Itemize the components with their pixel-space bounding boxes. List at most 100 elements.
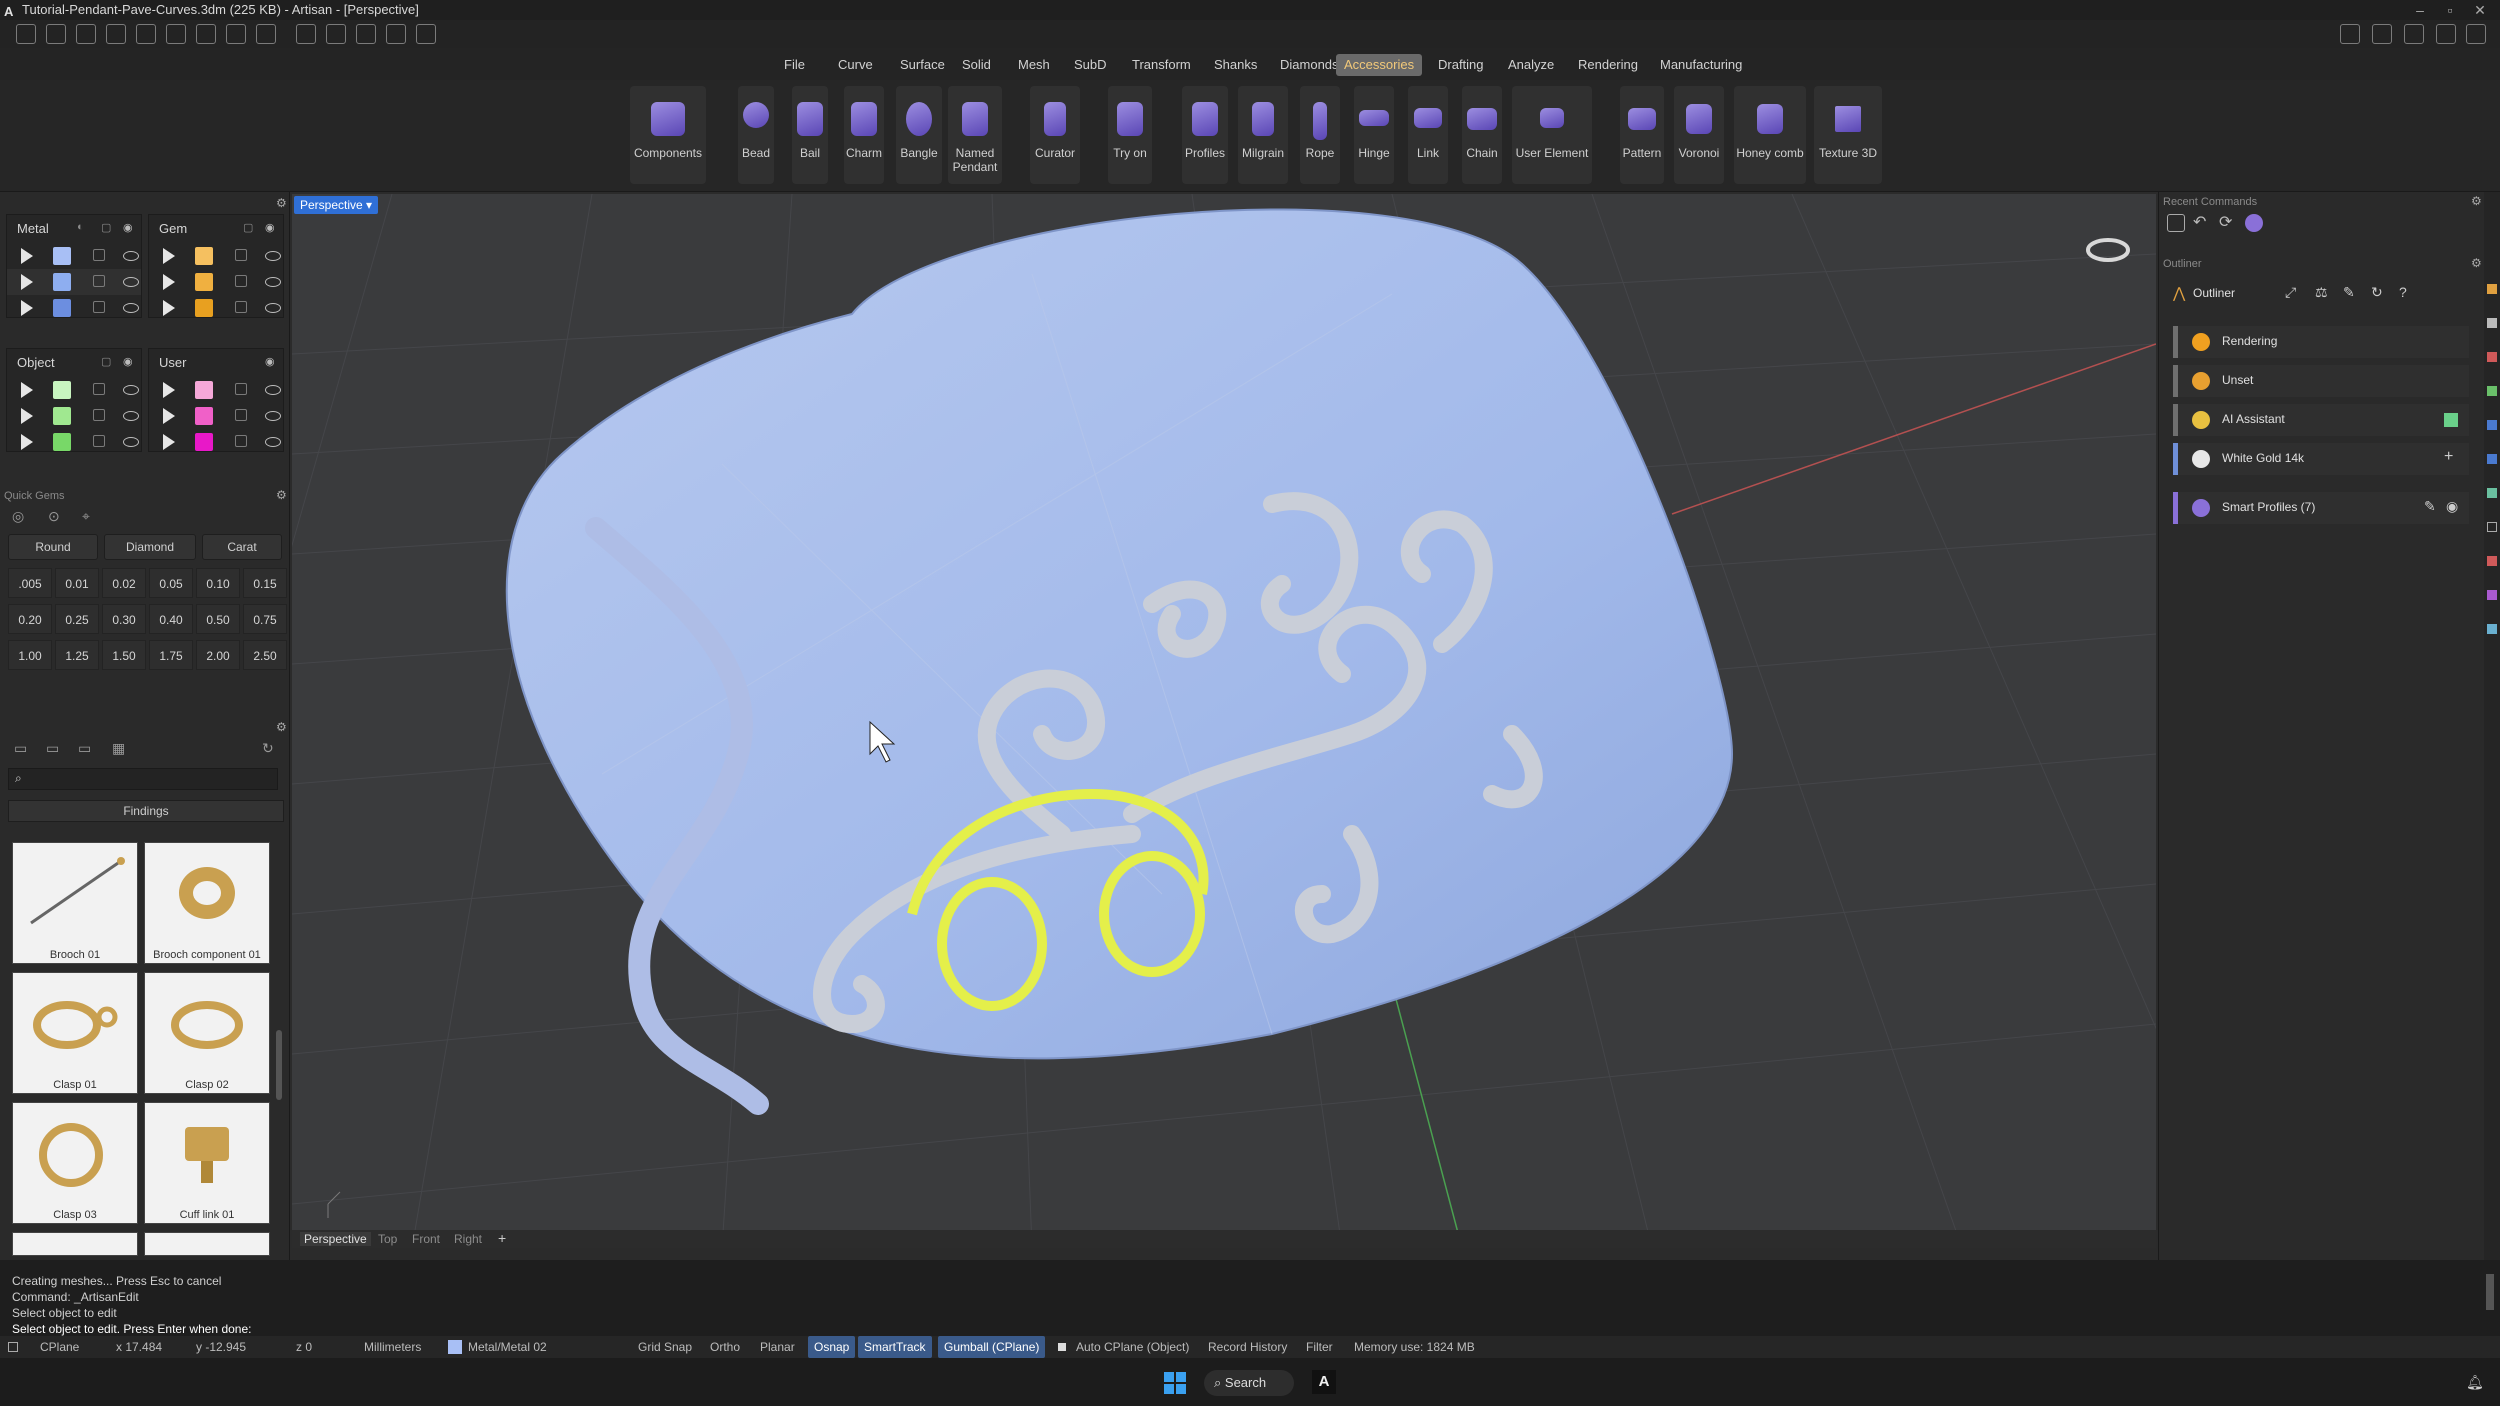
add-material-icon[interactable]: + [2444, 448, 2453, 466]
undo-command-icon[interactable]: ↶ [2193, 212, 2206, 232]
library-refresh-icon[interactable]: ↻ [262, 740, 274, 757]
status-units[interactable]: Millimeters [364, 1336, 421, 1358]
rotate-command-icon[interactable]: ⟳ [2219, 212, 2232, 232]
gem-size-cell[interactable]: 0.20 [8, 604, 52, 634]
metal-group-eye-icon[interactable]: ◉ [123, 221, 133, 234]
color-swatch[interactable] [53, 381, 71, 399]
color-swatch[interactable] [195, 381, 213, 399]
status-ortho[interactable]: Ortho [710, 1336, 740, 1358]
status-planar[interactable]: Planar [760, 1336, 795, 1358]
try-on-button[interactable]: Try on [1108, 86, 1152, 184]
menu-solid[interactable]: Solid [954, 54, 999, 76]
object-group-eye-icon[interactable]: ◉ [123, 355, 133, 368]
strip-tool-11-icon[interactable] [2487, 624, 2497, 634]
lock-icon[interactable] [235, 409, 247, 421]
fit-command-icon[interactable] [2167, 214, 2185, 232]
object-group-lock-icon[interactable]: ▢ [101, 355, 111, 368]
lock-icon[interactable] [235, 249, 247, 261]
voronoi-button[interactable]: Voronoi [1674, 86, 1724, 184]
gem-size-cell[interactable]: 2.50 [243, 640, 287, 670]
gem-size-cell[interactable]: 0.50 [196, 604, 240, 634]
tab-right[interactable]: Right [454, 1232, 482, 1246]
library-item-next-2[interactable] [144, 1232, 270, 1256]
library-grid-icon[interactable]: ▦ [112, 740, 125, 757]
bail-button[interactable]: Bail [792, 86, 828, 184]
profiles-command-icon[interactable] [2245, 214, 2263, 232]
metal-layer-row-3[interactable] [7, 295, 141, 321]
current-layer-swatch[interactable] [448, 1340, 462, 1354]
charm-button[interactable]: Charm [844, 86, 884, 184]
gem-layer-row-3[interactable] [149, 295, 283, 321]
bead-button[interactable]: Bead [738, 86, 774, 184]
named-pendant-button[interactable]: Named Pendant [948, 86, 1002, 184]
color-swatch[interactable] [195, 407, 213, 425]
eye-icon[interactable] [123, 437, 139, 447]
strip-tool-5-icon[interactable] [2487, 420, 2497, 430]
play-icon[interactable] [21, 248, 33, 264]
play-icon[interactable] [163, 382, 175, 398]
export-icon[interactable] [326, 24, 346, 44]
status-gumball[interactable]: Gumball (CPlane) [938, 1336, 1046, 1358]
user-layer-row-3[interactable] [149, 429, 283, 455]
outliner-settings-icon[interactable]: ⚙ [2471, 256, 2482, 270]
pattern-button[interactable]: Pattern [1620, 86, 1664, 184]
library-item-brooch-component-01[interactable]: Brooch component 01 [144, 842, 270, 964]
components-button[interactable]: Components [630, 86, 706, 184]
honey-comb-button[interactable]: Honey comb [1734, 86, 1806, 184]
taskbar-search-box[interactable]: ⌕ Search [1204, 1370, 1294, 1396]
user-element-button[interactable]: User Element [1512, 86, 1592, 184]
gem-size-cell[interactable]: 0.25 [55, 604, 99, 634]
lock-icon[interactable] [93, 383, 105, 395]
gem-size-cell[interactable]: 0.15 [243, 568, 287, 598]
outliner-row-ai-assistant[interactable]: AI Assistant [2173, 404, 2469, 436]
gem-group-lock-icon[interactable]: ▢ [243, 221, 253, 234]
open-folder-icon[interactable] [106, 24, 126, 44]
gem-size-cell[interactable]: 1.75 [149, 640, 193, 670]
recent-settings-icon[interactable]: ⚙ [2471, 194, 2482, 208]
menu-manufacturing[interactable]: Manufacturing [1652, 54, 1750, 76]
outliner-row-unset[interactable]: Unset [2173, 365, 2469, 397]
eye-icon[interactable] [265, 251, 281, 261]
tool-icon[interactable] [356, 24, 376, 44]
metal-group-lock-icon[interactable]: ▢ [101, 221, 111, 234]
status-osnap[interactable]: Osnap [808, 1336, 856, 1358]
color-swatch[interactable] [53, 247, 71, 265]
lock-icon[interactable] [93, 301, 105, 313]
strip-tool-8-icon[interactable] [2487, 522, 2497, 532]
status-current-layer[interactable]: Metal/Metal 02 [468, 1336, 547, 1358]
color-swatch[interactable] [53, 273, 71, 291]
eye-icon[interactable] [265, 277, 281, 287]
lock-icon[interactable] [93, 249, 105, 261]
artisan-taskbar-icon[interactable]: A [1312, 1370, 1336, 1394]
user-layer-row-1[interactable] [149, 377, 283, 403]
color-swatch[interactable] [195, 273, 213, 291]
notification-bell-icon[interactable]: 🔔︎ [2466, 1374, 2484, 1391]
play-icon[interactable] [21, 274, 33, 290]
undo-icon[interactable] [136, 24, 156, 44]
gem-size-cell[interactable]: 1.00 [8, 640, 52, 670]
edit-profile-icon[interactable]: ✎ [2424, 498, 2436, 515]
lock-icon[interactable] [235, 301, 247, 313]
lock-icon[interactable] [235, 435, 247, 447]
outliner-row-smart-profiles[interactable]: Smart Profiles (7) ✎ ◉ [2173, 492, 2469, 524]
command-scrollbar[interactable] [2486, 1274, 2494, 1310]
texture-3d-button[interactable]: Texture 3D [1814, 86, 1882, 184]
new-template-icon[interactable] [46, 24, 66, 44]
strip-tool-6-icon[interactable] [2487, 454, 2497, 464]
gem-cut-icon[interactable]: ◎ [12, 508, 24, 525]
profiles-button[interactable]: Profiles [1182, 86, 1228, 184]
play-icon[interactable] [21, 408, 33, 424]
library-add-folder-icon[interactable]: ▭ [46, 740, 59, 757]
gem-size-cell[interactable]: 0.01 [55, 568, 99, 598]
chain-button[interactable]: Chain [1462, 86, 1502, 184]
gem-size-cell[interactable]: .005 [8, 568, 52, 598]
gem-size-cell[interactable]: 1.50 [102, 640, 146, 670]
menu-transform[interactable]: Transform [1124, 54, 1199, 76]
bangle-button[interactable]: Bangle [896, 86, 942, 184]
outliner-row-white-gold[interactable]: White Gold 14k + [2173, 443, 2469, 475]
strip-tool-4-icon[interactable] [2487, 386, 2497, 396]
pick-icon[interactable]: ⤢ [2285, 284, 2296, 301]
lock-icon[interactable] [93, 275, 105, 287]
balance-icon[interactable]: ⚖ [2315, 284, 2328, 301]
gem-tool-2-icon[interactable]: ⌖ [82, 508, 90, 525]
